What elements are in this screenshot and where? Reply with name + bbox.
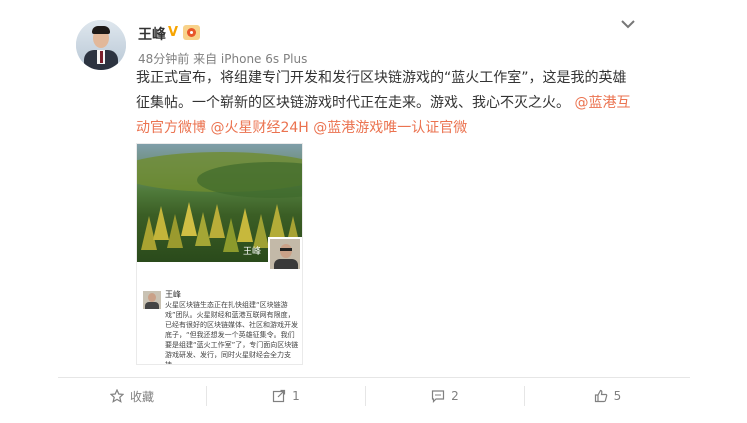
comment-icon [432,390,445,403]
chevron-down-icon[interactable] [620,16,636,32]
username[interactable]: 王峰 [138,24,166,44]
star-icon [109,389,124,403]
post-time[interactable]: 48分钟前 [138,52,189,66]
level-badge-icon [183,25,200,40]
like-button[interactable]: 5 [525,380,690,412]
mention-link[interactable]: @蓝港游戏唯一认证官微 [313,120,467,136]
action-bar: 收藏 1 2 5 [58,380,690,412]
mention-link[interactable]: @火星财经24H [210,120,308,136]
favorite-label: 收藏 [129,389,154,404]
image-caption-name: 王峰 [243,247,262,257]
comment-count: 2 [451,389,459,403]
post-source[interactable]: 来自 iPhone 6s Plus [193,52,307,66]
divider [58,377,690,378]
post-meta: 48分钟前 来自 iPhone 6s Plus [138,50,307,67]
embedded-avatar [268,237,302,271]
avatar[interactable] [76,20,126,70]
repost-count: 1 [292,389,300,403]
favorite-button[interactable]: 收藏 [58,380,206,412]
embedded-post-avatar [143,291,161,309]
embedded-post-text: 火星区块链生态正在扎快组建“区块链游戏”团队。火星财经和蓝港互联网有限度，已经有… [165,301,299,365]
post-image[interactable]: 王峰 王峰 火星区块链生态正在扎快组建“区块链游戏”团队。火星财经和蓝港互联网有… [136,143,303,365]
repost-icon [273,389,286,403]
verified-badge: V [168,25,179,40]
comment-button[interactable]: 2 [366,380,524,412]
embedded-post-name: 王峰 [165,290,181,299]
post-text: 我正式宣布，将组建专门开发和发行区块链游戏的“蓝火工作室”，这是我的英雄征集帖。… [136,70,627,111]
weibo-post-card: 王峰 V 48分钟前 来自 iPhone 6s Plus 我正式宣布，将组建专门… [0,0,747,423]
thumbs-up-icon [594,389,607,403]
post-content: 我正式宣布，将组建专门开发和发行区块链游戏的“蓝火工作室”，这是我的英雄征集帖。… [136,66,634,141]
repost-button[interactable]: 1 [207,380,365,412]
like-count: 5 [613,389,622,403]
